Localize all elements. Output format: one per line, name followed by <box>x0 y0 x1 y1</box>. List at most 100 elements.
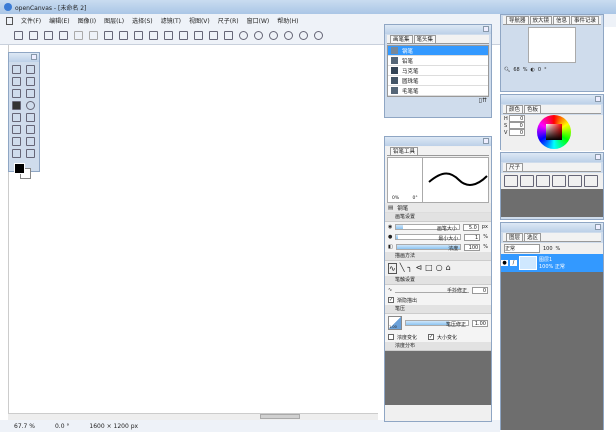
eraser-icon[interactable] <box>164 31 173 40</box>
close-icon[interactable] <box>483 138 489 144</box>
close-icon[interactable] <box>483 26 489 32</box>
section-stroke-settings[interactable]: 笔触设置 <box>385 276 491 285</box>
brush-item[interactable]: 马克笔 <box>388 66 488 76</box>
hue-input[interactable]: 0 <box>509 115 526 122</box>
sv-square[interactable] <box>546 124 562 140</box>
tab-history[interactable]: 事件记录 <box>571 16 600 24</box>
min-size-slider[interactable]: 最小大小 <box>395 234 462 242</box>
drawing-canvas[interactable] <box>8 45 378 413</box>
fill-icon[interactable] <box>149 31 158 40</box>
section-draw-method[interactable]: 描画方法 <box>385 252 491 261</box>
menu-view[interactable]: 视图(V) <box>189 16 210 25</box>
saturation-input[interactable]: 0 <box>508 122 525 129</box>
move-tool-icon[interactable] <box>12 125 21 134</box>
tab-color[interactable]: 颜色 <box>506 105 524 113</box>
tab-navigator[interactable]: 导航器 <box>506 16 529 24</box>
menu-help[interactable]: 帮助(H) <box>277 16 298 25</box>
perspective-2-icon[interactable] <box>568 175 582 187</box>
zoom-out-icon[interactable] <box>254 31 263 40</box>
save-icon[interactable] <box>44 31 53 40</box>
value-input[interactable]: 0 <box>509 129 526 136</box>
fade-checkbox[interactable]: ✓ <box>388 297 394 303</box>
pen-tool-icon[interactable] <box>12 65 21 74</box>
diagonal-ruler-icon[interactable] <box>520 175 534 187</box>
line-icon[interactable]: ╲ <box>400 263 405 274</box>
menu-layer[interactable]: 图层(L) <box>104 16 124 25</box>
section-texture[interactable]: 浓度分布 <box>385 342 491 351</box>
prev-icon[interactable] <box>74 31 83 40</box>
section-brush-settings[interactable]: 画笔设置 <box>385 213 491 222</box>
eyedropper-tool-icon[interactable] <box>25 77 35 86</box>
text-tool-icon[interactable] <box>25 125 35 134</box>
navigator-preview[interactable] <box>528 27 576 63</box>
menu-filter[interactable]: 滤镜(T) <box>161 16 181 25</box>
airbrush-tool-icon[interactable] <box>25 89 35 98</box>
hand-tool-icon[interactable] <box>12 149 21 158</box>
perspective-1-icon[interactable] <box>552 175 566 187</box>
pressure-slider[interactable]: 笔压修正 <box>405 320 469 328</box>
zoom-tool-icon[interactable] <box>25 149 35 158</box>
copy-icon[interactable] <box>104 31 113 40</box>
open-icon[interactable] <box>29 31 38 40</box>
freehand-icon[interactable]: ∿ <box>388 263 397 274</box>
select-rect-icon[interactable] <box>194 31 203 40</box>
menu-window[interactable]: 窗口(W) <box>247 16 270 25</box>
rotate-right-icon[interactable] <box>299 31 308 40</box>
color-wheel[interactable] <box>537 115 571 149</box>
polyline-icon[interactable]: ⊲ <box>415 263 422 274</box>
lasso-select-tool-icon[interactable] <box>25 113 35 122</box>
picker-tool-icon[interactable] <box>25 137 35 146</box>
tab-layers[interactable]: 图层 <box>506 233 524 241</box>
concentric-ruler-icon[interactable] <box>536 175 550 187</box>
parallel-ruler-icon[interactable] <box>504 175 518 187</box>
density-slider[interactable]: 浓度 <box>395 244 462 252</box>
crop-tool-icon[interactable] <box>12 137 21 146</box>
menu-select[interactable]: 选择(S) <box>132 16 153 25</box>
paste-icon[interactable] <box>119 31 128 40</box>
rotate-icon[interactable]: ◐ <box>531 67 535 73</box>
new-icon[interactable] <box>14 31 23 40</box>
tab-pen-tool[interactable]: 铅笔工具 <box>390 147 419 155</box>
horizontal-scrollbar[interactable] <box>8 413 378 420</box>
layer-row[interactable]: ● / 图层1 100% 正常 <box>501 254 603 272</box>
hand-correction-input[interactable]: 0 <box>472 286 488 294</box>
brush-size-input[interactable]: 5.0 <box>462 223 479 231</box>
menu-ruler[interactable]: 尺子(R) <box>218 16 239 25</box>
curve-icon[interactable]: ╮ <box>408 263 413 274</box>
menu-edit[interactable]: 编辑(E) <box>49 16 69 25</box>
min-size-input[interactable]: 1 <box>464 233 481 241</box>
scrollbar-thumb[interactable] <box>260 414 300 419</box>
new-brush-icon[interactable]: ▯⇈ <box>385 97 491 104</box>
close-icon[interactable] <box>595 154 601 160</box>
ellipse-icon[interactable]: ○ <box>436 263 443 274</box>
tab-swatches[interactable]: 色板 <box>524 105 542 113</box>
lasso-tool-icon[interactable] <box>25 65 35 74</box>
foreground-color-swatch[interactable] <box>14 163 25 174</box>
section-pressure[interactable]: 笔压 <box>385 305 491 314</box>
tab-magnifier[interactable]: 放大镜 <box>529 16 553 24</box>
opacity-input[interactable]: 100 <box>543 246 553 252</box>
tab-selection[interactable]: 选区 <box>524 233 542 241</box>
blend-mode-select[interactable]: 正常 <box>504 244 540 253</box>
visibility-eye-icon[interactable]: ● <box>501 260 508 266</box>
save-as-icon[interactable] <box>59 31 68 40</box>
settings-icon[interactable] <box>269 31 278 40</box>
pressure-input[interactable]: 1.00 <box>472 319 488 327</box>
close-icon[interactable] <box>595 224 601 230</box>
opacity-change-checkbox[interactable] <box>388 334 394 340</box>
magic-wand-icon[interactable] <box>224 31 233 40</box>
fill-ellipse-tool-icon[interactable] <box>25 101 35 110</box>
polygon-icon[interactable]: ⌂ <box>446 263 451 274</box>
rotate-left-icon[interactable] <box>284 31 293 40</box>
size-change-checkbox[interactable]: ✓ <box>428 334 435 340</box>
close-icon[interactable] <box>595 96 601 102</box>
zoom-icon[interactable]: 🔍︎ <box>504 67 510 73</box>
menu-image[interactable]: 图像(I) <box>78 16 96 25</box>
tab-ruler[interactable]: 尺子 <box>506 163 524 171</box>
tab-brush-set[interactable]: 画笔集 <box>390 35 413 43</box>
brush-tool-icon[interactable] <box>12 77 21 86</box>
zoom-in-icon[interactable] <box>239 31 248 40</box>
fit-icon[interactable] <box>179 31 188 40</box>
cut-icon[interactable] <box>134 31 143 40</box>
close-icon[interactable] <box>31 54 37 60</box>
